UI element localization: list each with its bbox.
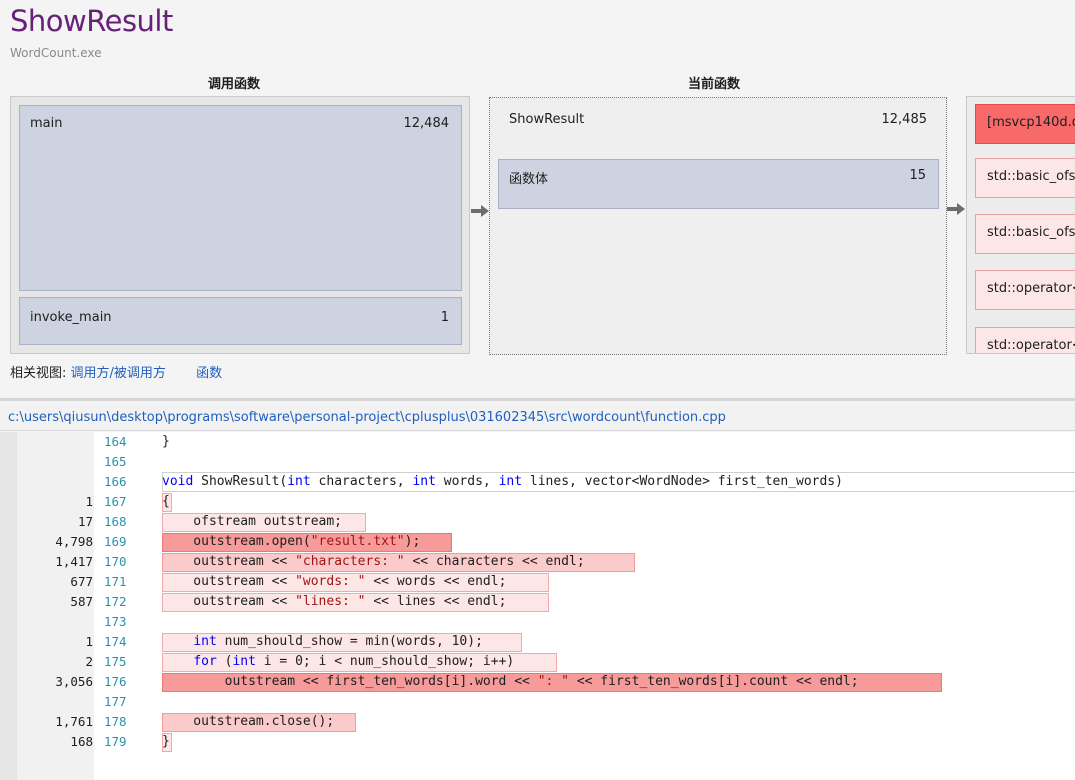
line-count: 677 (70, 574, 93, 589)
function-body-label: 函数体 (509, 172, 549, 187)
line-count: 1 (85, 634, 93, 649)
line-number: 168 (104, 514, 127, 529)
caller-name: invoke_main (30, 310, 112, 325)
code-editor[interactable]: 164} 165 166 void ShowResult(int characte… (0, 432, 1075, 780)
line-count: 1,761 (55, 714, 93, 729)
callee-node[interactable]: std::operator<< (975, 270, 1075, 310)
code-line: 164} (0, 432, 1075, 452)
current-name: ShowResult (509, 112, 585, 127)
code-line: 17 168 ofstream outstream; (0, 512, 1075, 532)
line-code: outstream << "words: " << words << endl; (162, 574, 507, 589)
callee-node[interactable]: [msvcp140d.dll] (975, 104, 1075, 144)
line-number: 175 (104, 654, 127, 669)
line-count: 1 (85, 494, 93, 509)
callees-panel: [msvcp140d.dll] std::basic_ofstream std:… (966, 96, 1075, 354)
line-count: 1,417 (55, 554, 93, 569)
line-code: ofstream outstream; (162, 514, 343, 529)
line-code: } (162, 434, 170, 449)
function-body-node[interactable]: 函数体 15 (498, 159, 939, 209)
line-number: 173 (104, 614, 127, 629)
caller-value: 1 (440, 310, 449, 325)
line-count: 3,056 (55, 674, 93, 689)
function-body-value: 15 (909, 168, 926, 183)
callee-node[interactable]: std::operator<< (975, 327, 1075, 353)
line-number: 170 (104, 554, 127, 569)
callers-header: 调用函数 (208, 77, 261, 92)
callee-node[interactable]: std::basic_ofstream (975, 214, 1075, 254)
related-views-label: 相关视图: (10, 366, 67, 381)
caller-callee-link[interactable]: 调用方/被调用方 (71, 366, 166, 381)
code-line: 1 174 int num_should_show = min(words, 10… (0, 632, 1075, 652)
code-line: 168 179} (0, 732, 1075, 752)
related-views: 相关视图: 调用方/被调用方 函数 (10, 362, 222, 381)
line-code: for (int i = 0; i < num_should_show; i++… (193, 654, 515, 669)
code-line: 165 (0, 452, 1075, 472)
line-count: 17 (77, 514, 93, 529)
line-number: 179 (104, 734, 127, 749)
line-number: 164 (104, 434, 127, 449)
caller-value: 12,484 (403, 116, 450, 131)
line-count: 4,798 (55, 534, 93, 549)
line-code: outstream << first_ten_words[i].word << … (162, 674, 859, 689)
line-code: int num_should_show = min(words, 10); (193, 634, 483, 649)
line-number: 177 (104, 694, 127, 709)
line-number: 169 (104, 534, 127, 549)
file-path: c:\users\qiusun\desktop\programs\softwar… (0, 404, 1075, 431)
current-function-panel: ShowResult 12,485 函数体 15 (489, 97, 947, 355)
code-line: 166 void ShowResult(int characters, int w… (0, 472, 1075, 492)
callee-node[interactable]: std::basic_ofstream (975, 158, 1075, 198)
line-number: 176 (104, 674, 127, 689)
line-code: outstream.close(); (162, 714, 335, 729)
line-count: 2 (85, 654, 93, 669)
code-line: 1,761 178 outstream.close(); (0, 712, 1075, 732)
line-number: 171 (104, 574, 127, 589)
current-header: 当前函数 (688, 77, 741, 92)
current-value: 12,485 (881, 112, 928, 127)
code-line: 4,798 169 outstream.open("result.txt"); (0, 532, 1075, 552)
line-code: } (162, 734, 170, 749)
arrow-right-icon (947, 203, 965, 215)
line-code: outstream << "characters: " << character… (162, 554, 585, 569)
line-number: 178 (104, 714, 127, 729)
code-line: 677 171 outstream << "words: " << words <… (0, 572, 1075, 592)
code-line: 1,417 170 outstream << "characters: " << … (0, 552, 1075, 572)
splitter[interactable] (0, 398, 1075, 401)
function-title: ShowResult (10, 4, 173, 38)
caller-node-main[interactable]: main 12,484 (19, 105, 462, 291)
callers-panel: main 12,484 invoke_main 1 (10, 96, 470, 354)
caller-name: main (30, 116, 63, 131)
line-code: void ShowResult(int characters, int word… (162, 474, 843, 489)
code-line: 2 175 for (int i = 0; i < num_should_show… (0, 652, 1075, 672)
code-line: 173 (0, 612, 1075, 632)
line-code: outstream << "lines: " << lines << endl; (162, 594, 507, 609)
code-line: 3,056 176 outstream << first_ten_words[i]… (0, 672, 1075, 692)
line-number: 172 (104, 594, 127, 609)
line-count: 587 (70, 594, 93, 609)
line-number: 165 (104, 454, 127, 469)
module-name: WordCount.exe (10, 46, 102, 60)
code-line: 1 167 { (0, 492, 1075, 512)
line-number: 166 (104, 474, 127, 489)
line-number: 174 (104, 634, 127, 649)
code-line: 177 (0, 692, 1075, 712)
arrow-right-icon (471, 205, 489, 217)
caller-node-invoke-main[interactable]: invoke_main 1 (19, 297, 462, 345)
line-number: 167 (104, 494, 127, 509)
line-count: 168 (70, 734, 93, 749)
line-code: outstream.open("result.txt"); (162, 534, 421, 549)
functions-link[interactable]: 函数 (196, 366, 222, 381)
line-code: { (162, 494, 170, 509)
code-line: 587 172 outstream << "lines: " << lines <… (0, 592, 1075, 612)
